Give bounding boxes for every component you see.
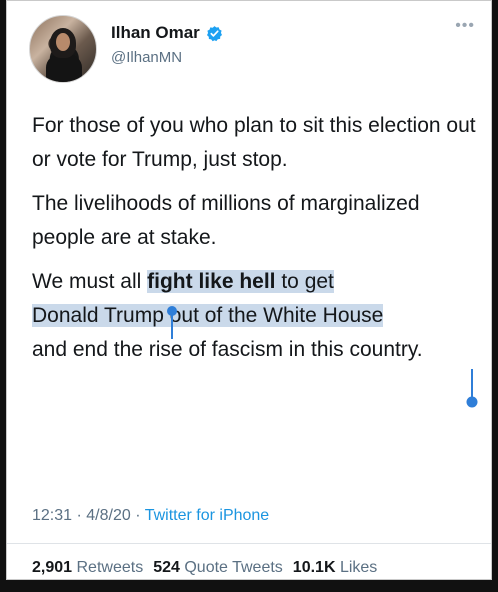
selection-end-handle-icon[interactable] xyxy=(465,369,479,409)
quote-tweets-label: Quote Tweets xyxy=(184,559,283,576)
likes-count: 10.1K xyxy=(292,559,336,576)
retweets-label: Retweets xyxy=(76,559,144,576)
selected-text-segment: to get xyxy=(275,270,334,293)
avatar[interactable] xyxy=(29,15,97,83)
meta-separator: · xyxy=(76,507,82,524)
tweet-source-link[interactable]: Twitter for iPhone xyxy=(145,507,270,524)
meta-separator: · xyxy=(135,507,141,524)
tweet-metadata: 12:31 · 4/8/20 · Twitter for iPhone xyxy=(32,507,269,525)
tweet-paragraph-2: The livelihoods of millions of marginali… xyxy=(32,192,420,249)
tweet-text: For those of you who plan to sit this el… xyxy=(32,109,480,367)
author-display-name[interactable]: Ilhan Omar xyxy=(111,23,200,43)
retweets-stat[interactable]: 2,901 Retweets xyxy=(32,559,143,576)
author-handle[interactable]: @IlhanMN xyxy=(111,49,182,66)
selection-start-handle-icon[interactable] xyxy=(166,305,178,339)
author-name-row[interactable]: Ilhan Omar xyxy=(111,23,223,43)
likes-label: Likes xyxy=(339,559,378,576)
quote-tweets-stat[interactable]: 524 Quote Tweets xyxy=(153,559,283,576)
selected-text-line-2: Donald Trump out of the White House xyxy=(32,304,384,327)
retweets-count: 2,901 xyxy=(32,559,73,576)
tweet-text-segment-end: and end the rise of fascism in this coun… xyxy=(32,338,423,361)
avatar-figure-body xyxy=(46,54,82,82)
divider xyxy=(7,543,491,544)
engagement-stats: 2,901 Retweets 524 Quote Tweets 10.1K Like… xyxy=(32,559,377,577)
more-options-icon[interactable]: ••• xyxy=(455,18,475,34)
screen-bottom-edge xyxy=(0,580,498,592)
verified-badge-icon xyxy=(206,25,222,41)
selected-text-bold: fight like hell xyxy=(147,270,276,293)
avatar-figure-face xyxy=(56,33,70,51)
tweet-card: Ilhan Omar @IlhanMN ••• For those of you… xyxy=(6,0,492,580)
tweet-text-segment: We must all xyxy=(32,270,148,293)
tweet-date: 4/8/20 xyxy=(86,507,131,524)
tweet-paragraph-1: For those of you who plan to sit this el… xyxy=(32,114,476,171)
likes-stat[interactable]: 10.1K Likes xyxy=(293,559,378,576)
tweet-paragraph-3: We must all fight like hell to get Donald… xyxy=(32,265,480,367)
tweet-time: 12:31 xyxy=(32,507,73,524)
quote-tweets-count: 524 xyxy=(153,559,180,576)
